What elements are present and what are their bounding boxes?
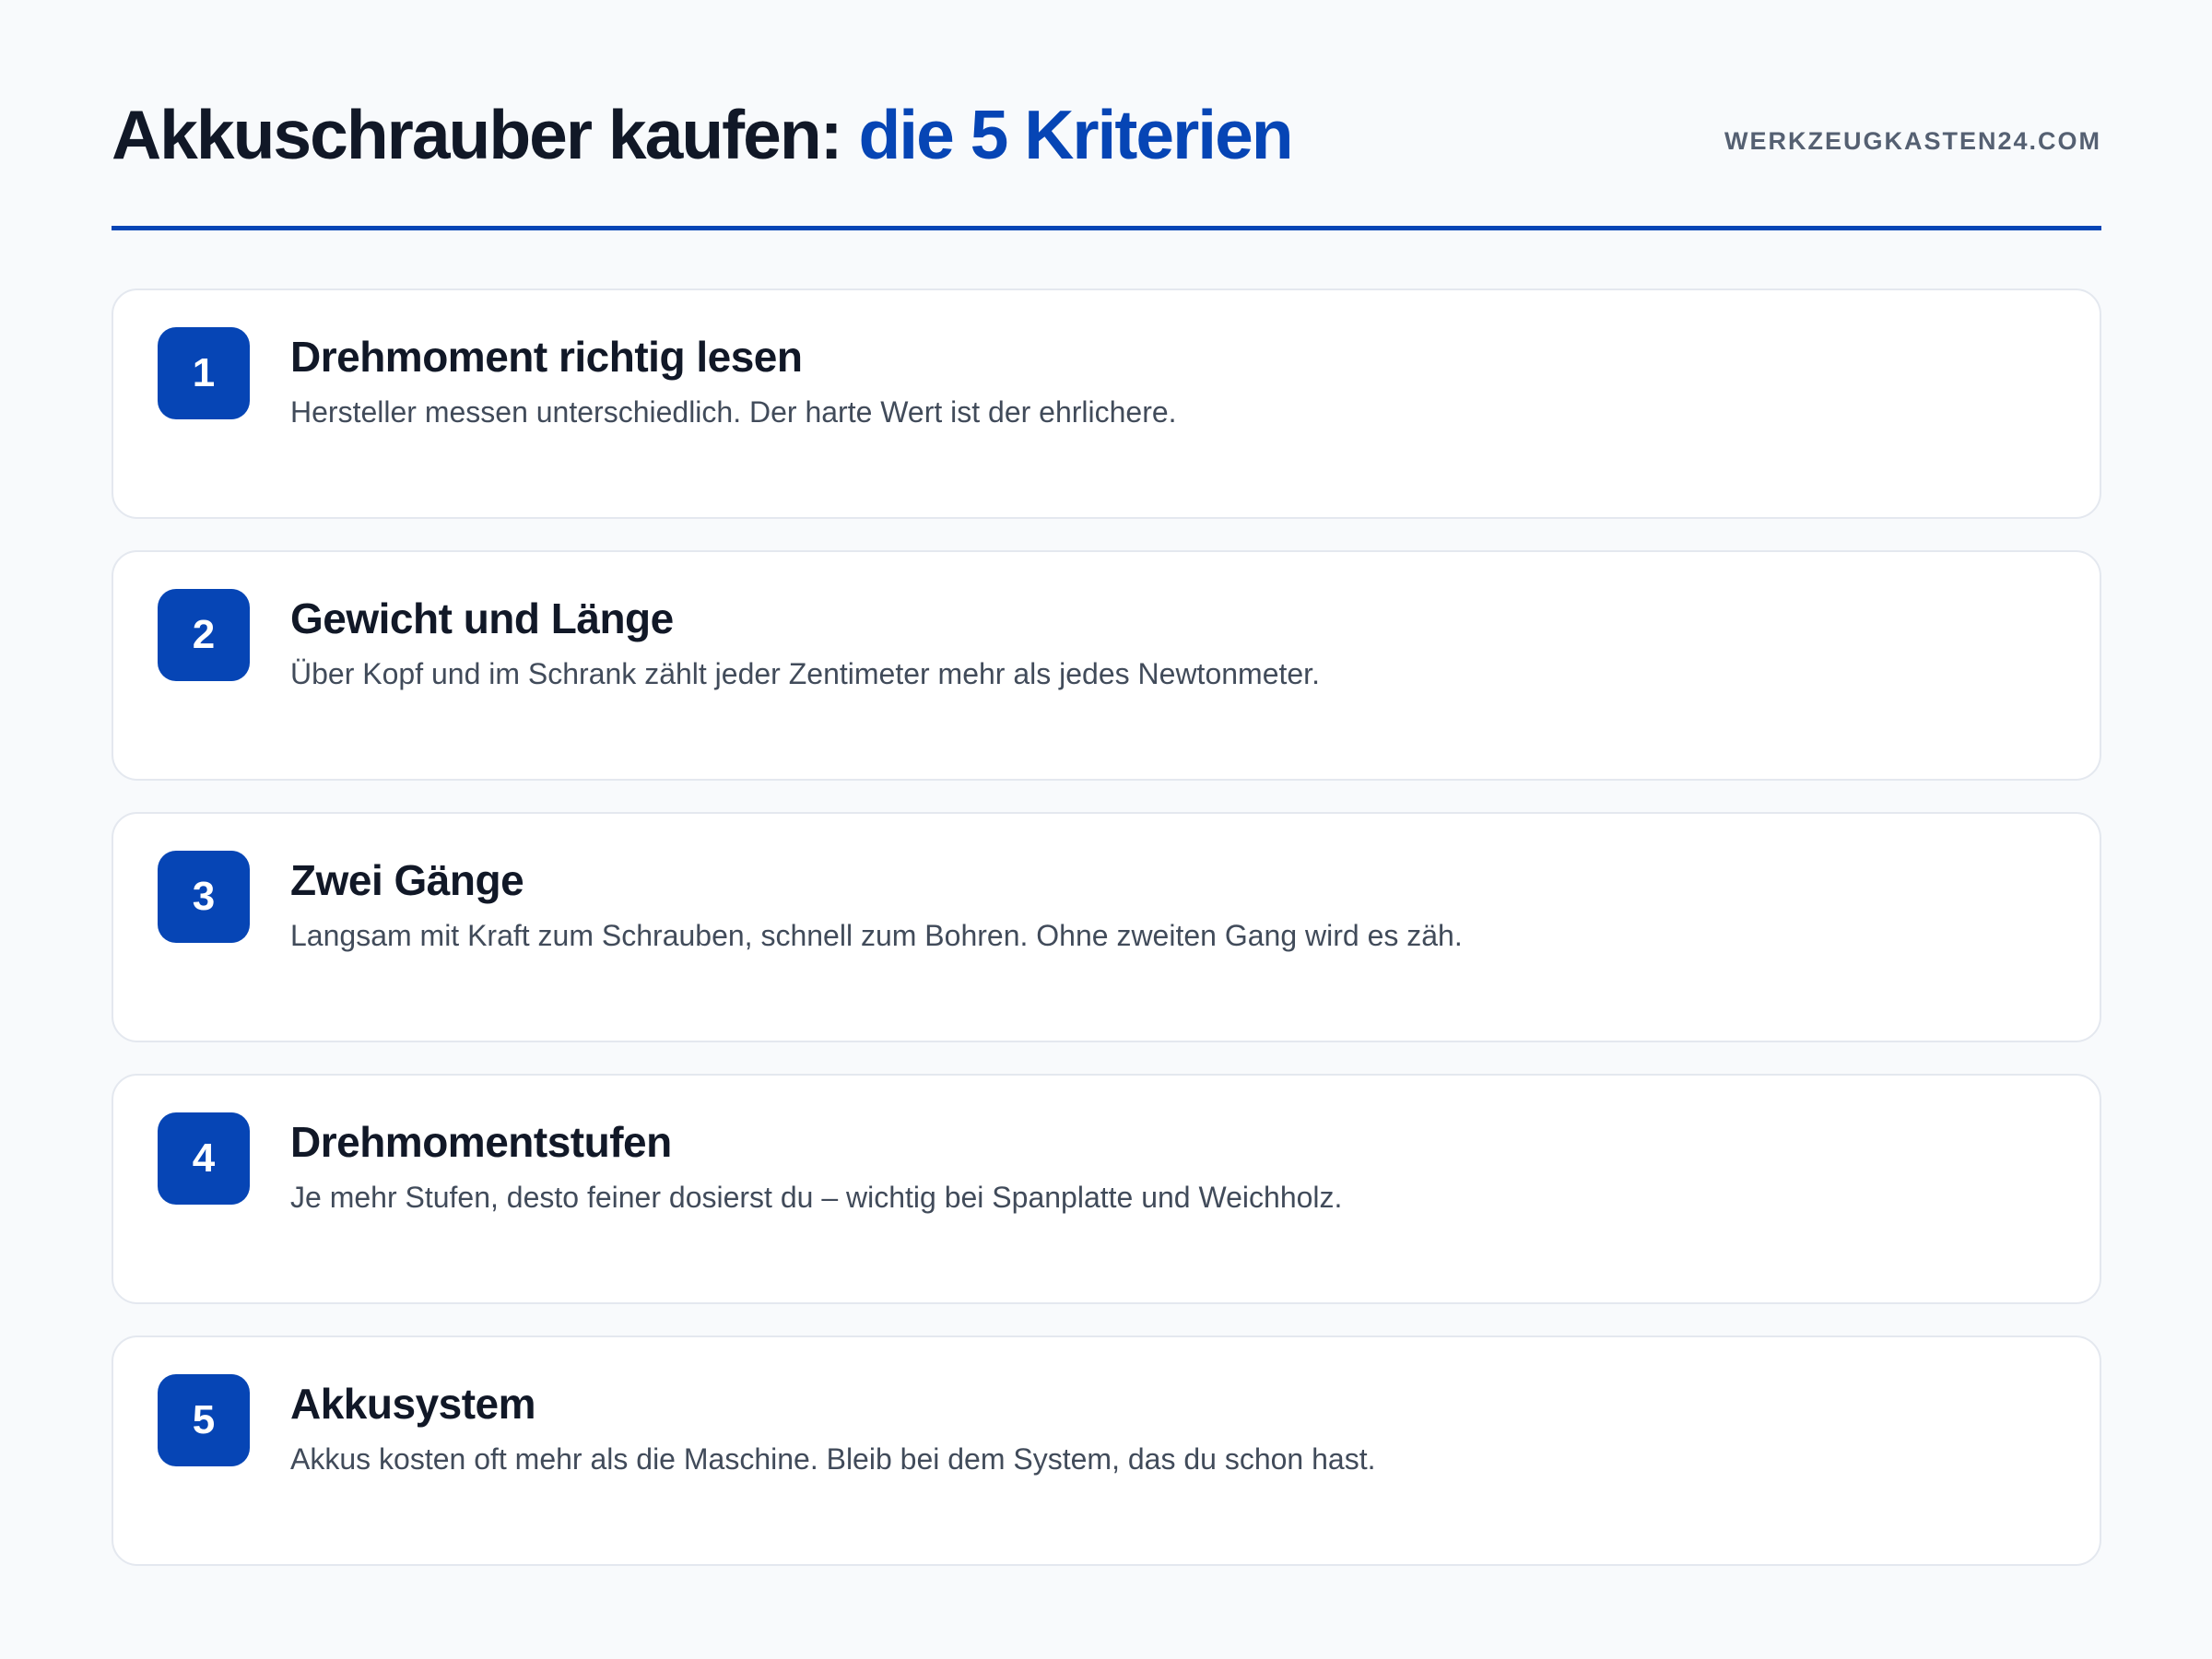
number-badge: 5	[158, 1374, 250, 1466]
criterion-description: Langsam mit Kraft zum Schrauben, schnell…	[290, 919, 1463, 952]
criterion-description: Über Kopf und im Schrank zählt jeder Zen…	[290, 657, 1320, 690]
criterion-title: Zwei Gänge	[290, 856, 524, 904]
header: Akkuschrauber kaufen: die 5 Kriterien WE…	[112, 0, 2101, 230]
criterion-title: Akkusystem	[290, 1380, 536, 1428]
criterion-card: 5 Akkusystem Akkus kosten oft mehr als d…	[112, 1335, 2101, 1566]
criterion-title: Drehmomentstufen	[290, 1118, 672, 1166]
page-title-main: Akkuschrauber kaufen:	[112, 96, 843, 173]
page-title: Akkuschrauber kaufen: die 5 Kriterien	[112, 96, 1294, 173]
number-badge: 4	[158, 1112, 250, 1205]
criterion-card: 2 Gewicht und Länge Über Kopf und im Sch…	[112, 550, 2101, 781]
criterion-title: Gewicht und Länge	[290, 594, 674, 642]
number-badge: 2	[158, 589, 250, 681]
criterion-description: Hersteller messen unterschiedlich. Der h…	[290, 395, 1177, 429]
criterion-card: 3 Zwei Gänge Langsam mit Kraft zum Schra…	[112, 812, 2101, 1042]
page: Akkuschrauber kaufen: die 5 Kriterien WE…	[112, 0, 2101, 1566]
criterion-card: 4 Drehmomentstufen Je mehr Stufen, desto…	[112, 1074, 2101, 1304]
number-badge: 3	[158, 851, 250, 943]
site-name: WERKZEUGKASTEN24.COM	[1724, 127, 2101, 155]
criterion-description: Je mehr Stufen, desto feiner dosierst du…	[290, 1181, 1343, 1214]
criteria-list: 1 Drehmoment richtig lesen Hersteller me…	[112, 288, 2101, 1597]
page-title-accent: die 5 Kriterien	[858, 96, 1293, 173]
criterion-title: Drehmoment richtig lesen	[290, 333, 803, 381]
criterion-card: 1 Drehmoment richtig lesen Hersteller me…	[112, 288, 2101, 519]
header-divider	[112, 226, 2101, 230]
number-badge: 1	[158, 327, 250, 419]
criterion-description: Akkus kosten oft mehr als die Maschine. …	[290, 1442, 1376, 1476]
